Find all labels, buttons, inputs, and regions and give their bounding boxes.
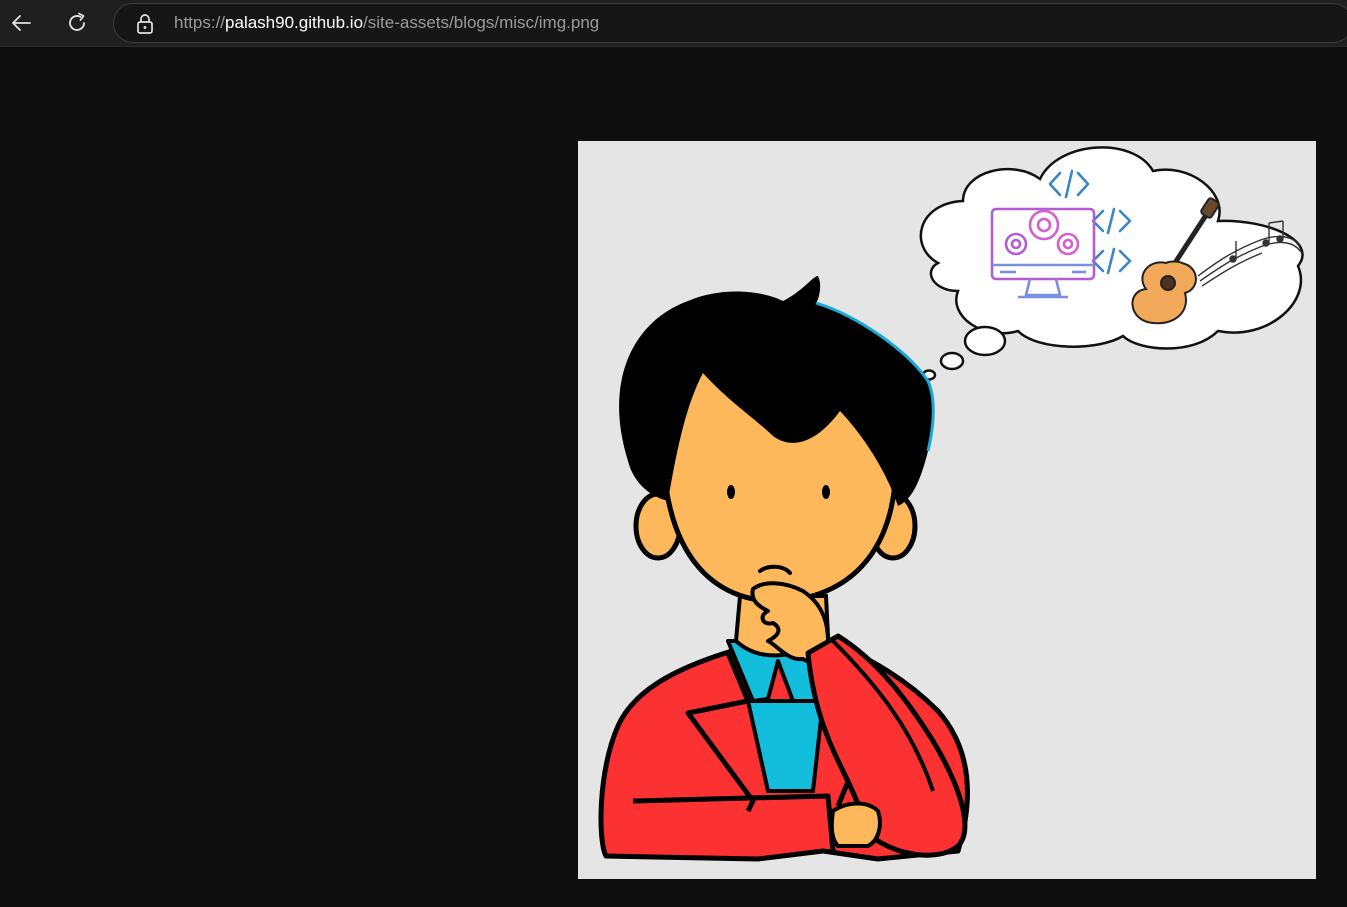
- back-button[interactable]: [6, 7, 38, 39]
- thinking-person-illustration: [598, 146, 1304, 862]
- reload-icon: [69, 12, 85, 31]
- displayed-image[interactable]: [578, 141, 1316, 879]
- right-eye: [822, 485, 830, 499]
- url-host: palash90.github.io: [225, 13, 364, 32]
- url-scheme: https://: [174, 13, 226, 32]
- url-text[interactable]: https://palash90.github.io/site-assets/b…: [174, 13, 599, 33]
- back-arrow-icon: [12, 15, 31, 31]
- left-eye: [727, 485, 735, 499]
- lock-icon[interactable]: [135, 13, 155, 35]
- browser-toolbar: https://palash90.github.io/site-assets/b…: [0, 0, 1347, 47]
- reload-button[interactable]: [61, 7, 93, 39]
- image-viewer: [0, 48, 1347, 907]
- address-bar[interactable]: https://palash90.github.io/site-assets/b…: [113, 3, 1347, 43]
- person-lower-hand: [829, 801, 882, 848]
- url-path: /site-assets/blogs/misc/img.png: [363, 13, 600, 32]
